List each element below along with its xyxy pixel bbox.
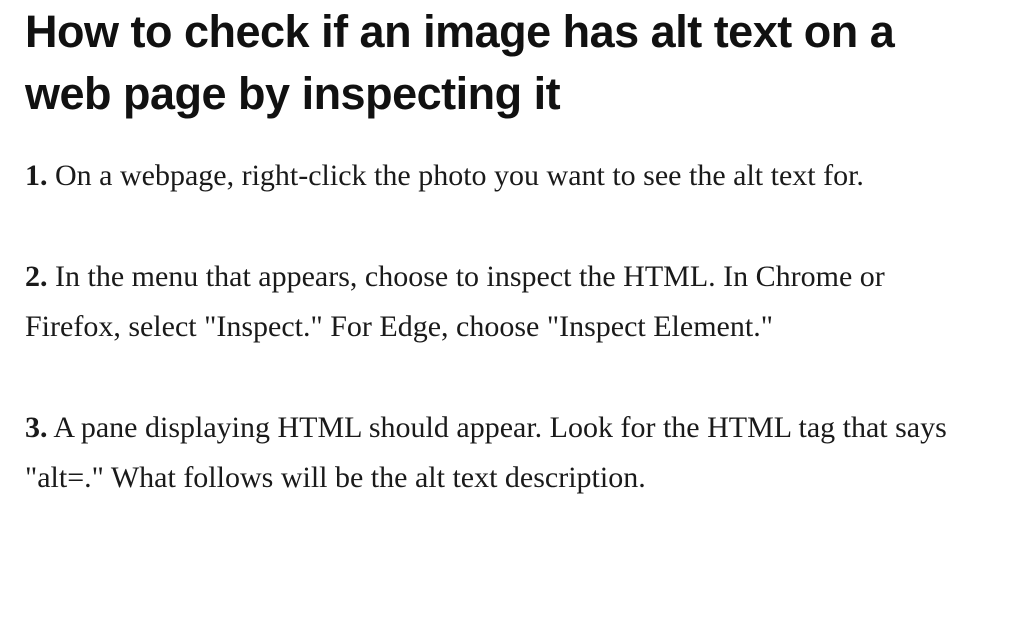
- step-2-number: 2.: [25, 260, 48, 293]
- step-3-paragraph: 3. A pane displaying HTML should appear.…: [25, 403, 975, 503]
- step-2-text: In the menu that appears, choose to insp…: [25, 260, 885, 343]
- step-2-paragraph: 2. In the menu that appears, choose to i…: [25, 252, 975, 352]
- step-3-text: A pane displaying HTML should appear. Lo…: [25, 411, 947, 494]
- article-body: How to check if an image has alt text on…: [25, 0, 975, 503]
- step-1-number: 1.: [25, 159, 48, 192]
- step-1-paragraph: 1. On a webpage, right-click the photo y…: [25, 151, 975, 201]
- article-heading: How to check if an image has alt text on…: [25, 6, 895, 119]
- step-3-number: 3.: [25, 411, 48, 444]
- step-1-text: On a webpage, right-click the photo you …: [55, 159, 864, 192]
